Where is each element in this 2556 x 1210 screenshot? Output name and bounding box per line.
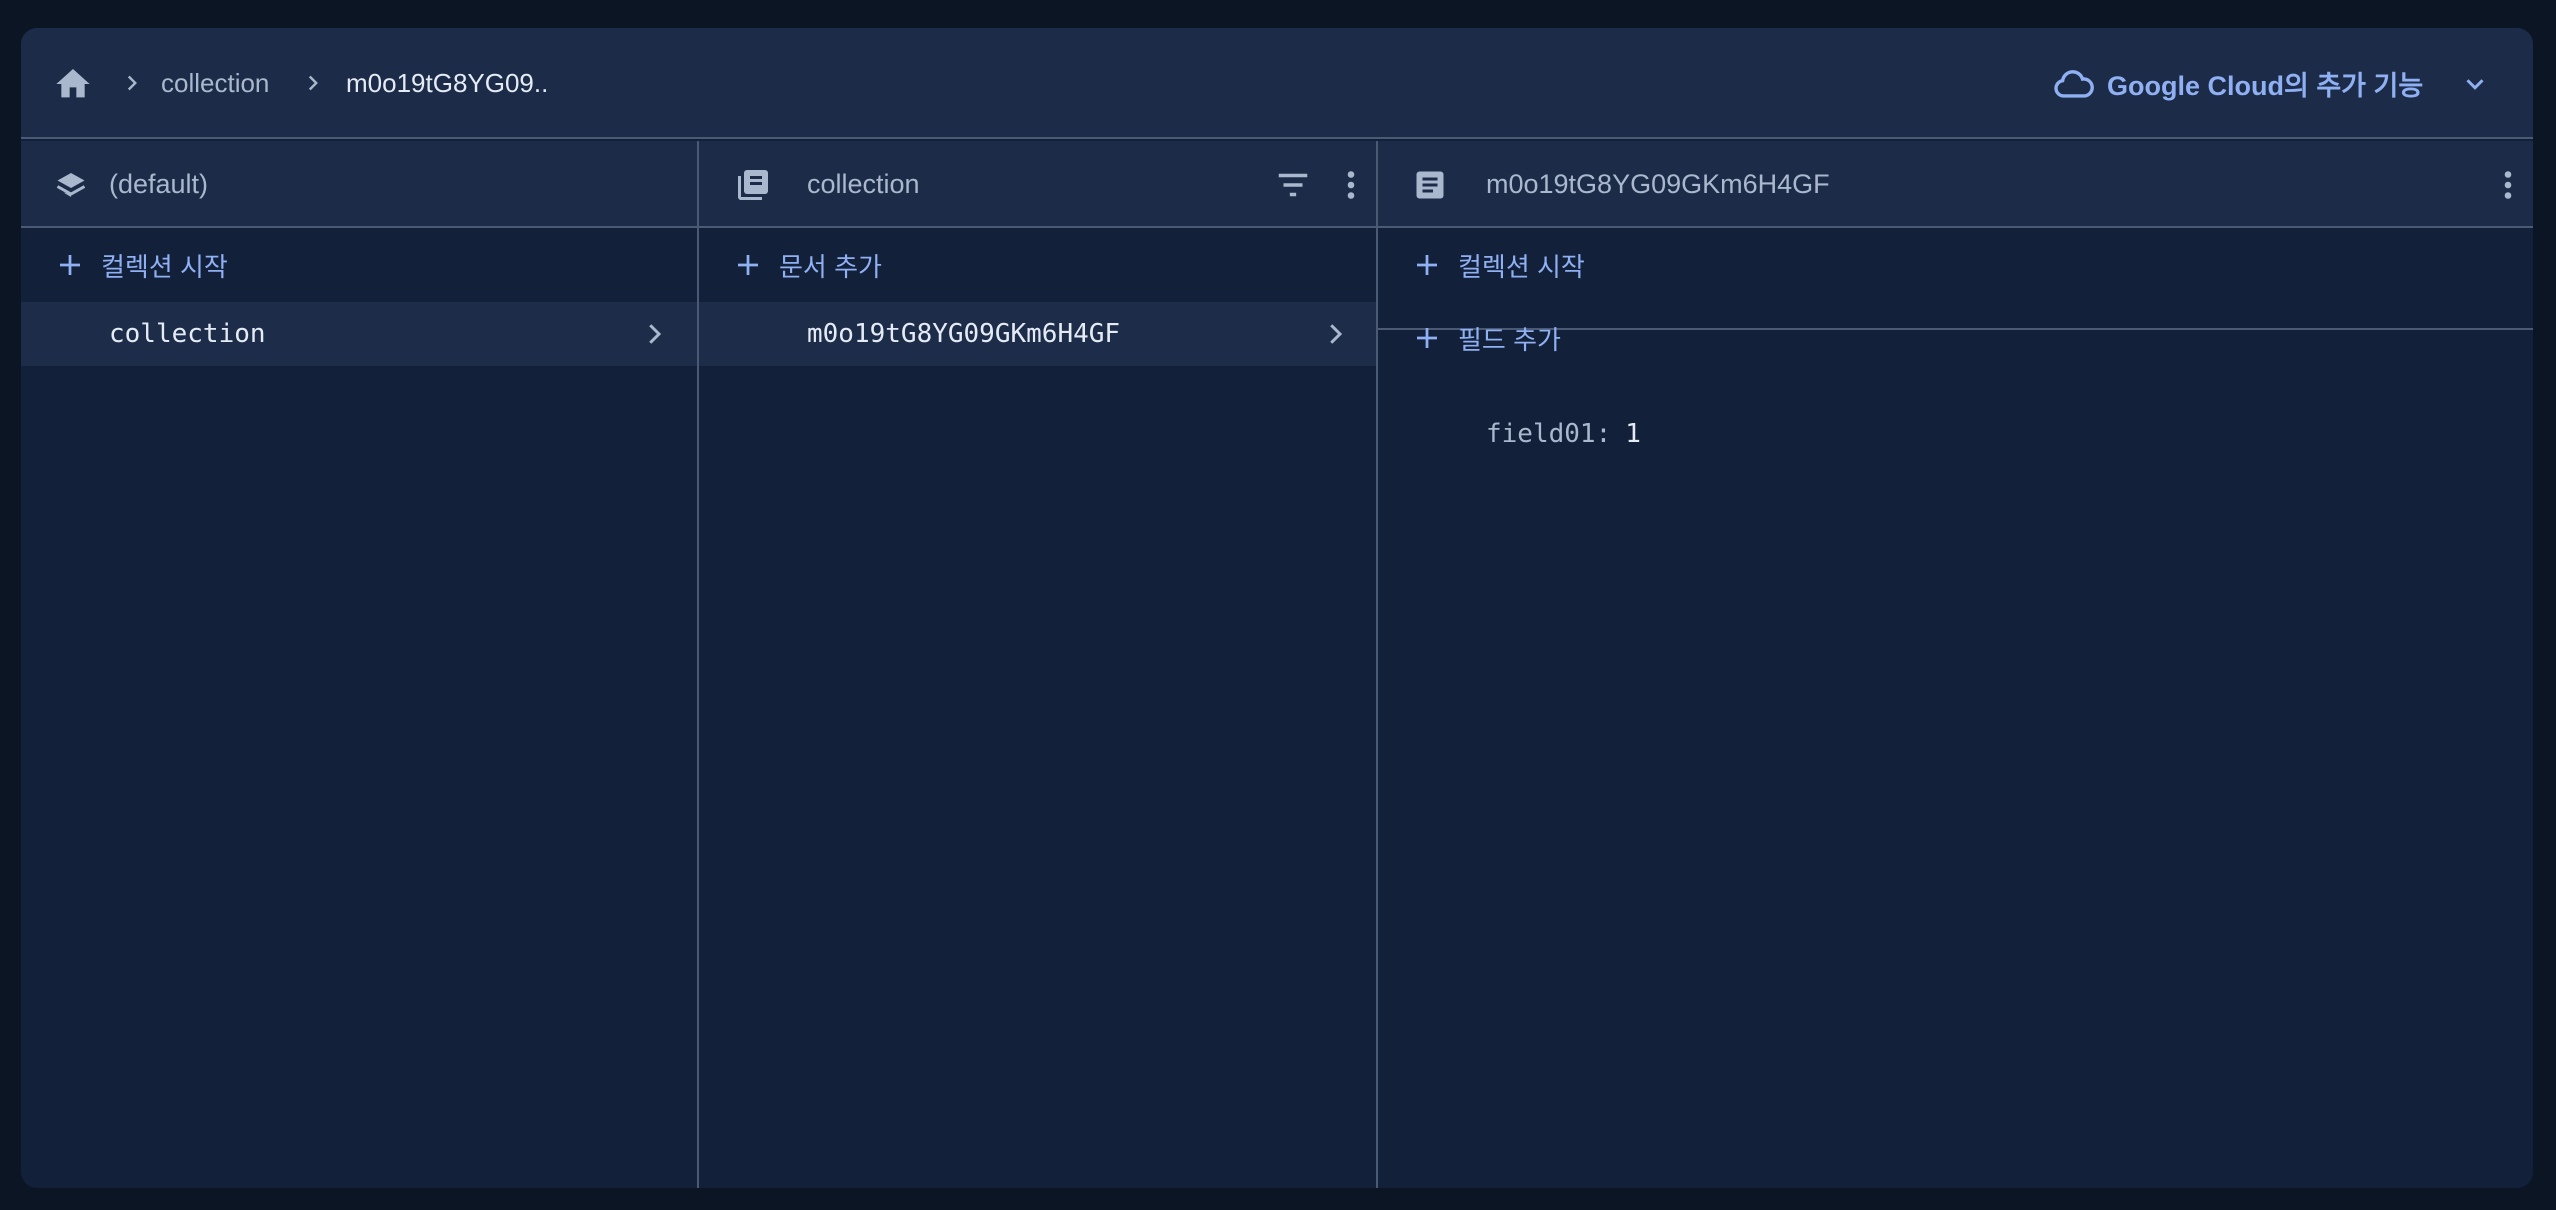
field-value: 1	[1625, 419, 1641, 449]
breadcrumb-item-document[interactable]: m0o19tG8YG09..	[346, 28, 548, 139]
field-row[interactable]: field01: 1	[1486, 414, 1641, 454]
start-collection-button[interactable]: 컬렉션 시작	[21, 230, 697, 300]
add-document-button[interactable]: 문서 추가	[699, 230, 1376, 300]
plus-icon	[60, 255, 80, 275]
list-item[interactable]: m0o19tG8YG09GKm6H4GF	[699, 302, 1376, 366]
firestore-panel: collection m0o19tG8YG09.. Google Cloud의 …	[21, 28, 2533, 1188]
collection-column: collection 문서 추가 m0o19tG8YG09GKm6H4GF	[699, 141, 1376, 1188]
chevron-right-icon	[649, 324, 662, 344]
plus-icon	[1417, 328, 1437, 348]
document-icon	[1410, 165, 1450, 205]
home-icon[interactable]	[51, 62, 95, 106]
plus-icon	[1417, 255, 1437, 275]
list-item-label: collection	[109, 319, 266, 349]
database-title: (default)	[109, 169, 209, 199]
cloud-icon[interactable]	[2051, 64, 2095, 104]
start-subcollection-button[interactable]: 컬렉션 시작	[1378, 230, 2533, 300]
collection-column-header: collection	[699, 141, 1376, 228]
start-subcollection-label: 컬렉션 시작	[1458, 251, 1585, 282]
document-column: m0o19tG8YG09GKm6H4GF 컬렉션 시작 필드 추가 field0…	[1378, 141, 2533, 1188]
database-stack-icon	[51, 165, 91, 205]
add-field-button[interactable]: 필드 추가	[1378, 303, 2533, 373]
plus-icon	[738, 255, 758, 275]
chevron-right-icon	[1330, 324, 1343, 344]
collection-icon	[733, 165, 773, 205]
add-document-label: 문서 추가	[779, 251, 882, 282]
breadcrumb-item-collection[interactable]: collection	[161, 28, 269, 139]
more-vert-icon[interactable]	[1331, 165, 1371, 205]
more-vert-icon[interactable]	[2488, 165, 2528, 205]
database-column: (default) 컬렉션 시작 collection	[21, 141, 697, 1188]
filter-icon[interactable]	[1273, 165, 1313, 205]
start-collection-label: 컬렉션 시작	[101, 251, 228, 282]
chevron-right-icon	[298, 68, 328, 98]
document-column-header: m0o19tG8YG09GKm6H4GF	[1378, 141, 2533, 228]
field-name: field01:	[1486, 419, 1612, 449]
google-cloud-extensions-link[interactable]: Google Cloud의 추가 기능	[2107, 28, 2423, 139]
database-column-header: (default)	[21, 141, 697, 228]
breadcrumb-bar: collection m0o19tG8YG09.. Google Cloud의 …	[21, 28, 2533, 139]
list-item[interactable]: collection	[21, 302, 697, 366]
chevron-down-icon[interactable]	[2457, 66, 2493, 102]
document-title: m0o19tG8YG09GKm6H4GF	[1486, 169, 1830, 199]
list-item-label: m0o19tG8YG09GKm6H4GF	[807, 319, 1121, 349]
chevron-right-icon	[117, 68, 147, 98]
collection-title: collection	[807, 169, 920, 199]
add-field-label: 필드 추가	[1458, 324, 1561, 355]
